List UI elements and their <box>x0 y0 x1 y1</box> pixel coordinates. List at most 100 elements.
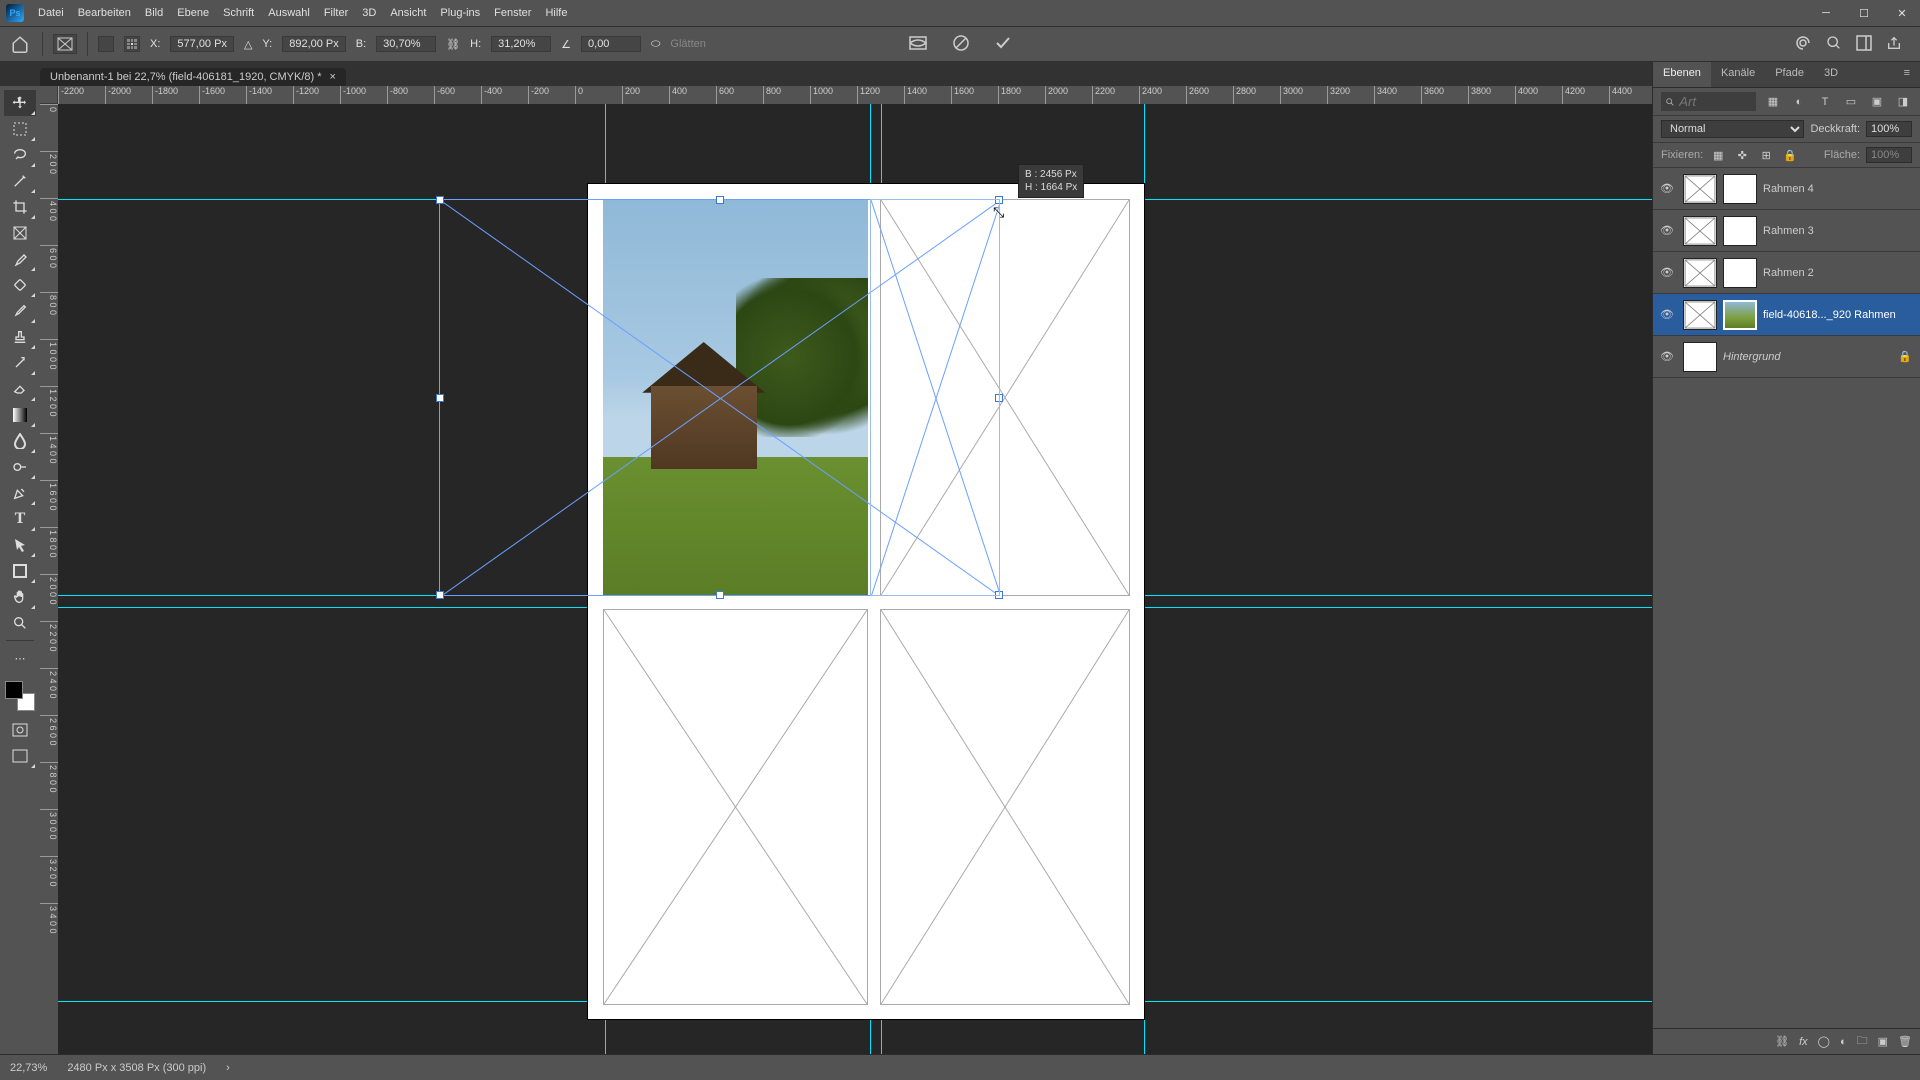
zoom-tool[interactable] <box>4 610 36 636</box>
screenmode-icon[interactable] <box>4 743 36 769</box>
reference-point-icon[interactable] <box>98 36 114 52</box>
layer-name[interactable]: Hintergrund <box>1723 351 1892 363</box>
window-maximize-icon[interactable]: ☐ <box>1852 4 1876 22</box>
frame-tool[interactable] <box>4 220 36 246</box>
menu-bearbeiten[interactable]: Bearbeiten <box>78 7 131 19</box>
document-info[interactable]: 2480 Px x 3508 Px (300 ppi) <box>67 1062 206 1074</box>
history-brush-tool[interactable] <box>4 350 36 376</box>
dodge-tool[interactable] <box>4 454 36 480</box>
workspace-icon[interactable] <box>1856 35 1872 54</box>
menu-schrift[interactable]: Schrift <box>223 7 254 19</box>
filter-pixel-icon[interactable]: ▦ <box>1764 94 1782 110</box>
move-tool[interactable] <box>4 90 36 116</box>
commit-transform-icon[interactable] <box>994 34 1012 55</box>
blend-mode-select[interactable]: Normal <box>1661 120 1804 138</box>
lock-icon[interactable]: 🔒 <box>1898 350 1916 363</box>
filter-smart-icon[interactable]: ▣ <box>1868 94 1886 110</box>
layer-search-input[interactable] <box>1679 94 1752 109</box>
triangle-icon[interactable]: △ <box>244 38 252 51</box>
lock-all-icon[interactable]: 🔒 <box>1781 147 1799 163</box>
window-close-icon[interactable]: ✕ <box>1890 4 1914 22</box>
rotation-value[interactable]: 0,00 <box>581 36 641 52</box>
canvas-viewport[interactable]: B : 2456 Px H : 1664 Px ⤡ <box>58 104 1652 1054</box>
tab-pfade[interactable]: Pfade <box>1765 62 1814 87</box>
search-icon[interactable] <box>1826 35 1842 54</box>
menu-3d[interactable]: 3D <box>362 7 376 19</box>
close-tab-icon[interactable]: × <box>330 71 336 83</box>
x-value[interactable]: 577,00 Px <box>170 36 234 52</box>
transform-handle-w[interactable] <box>436 394 444 402</box>
visibility-icon[interactable]: 👁 <box>1657 308 1677 321</box>
doc-info-chevron-icon[interactable]: › <box>226 1062 230 1074</box>
edit-toolbar-icon[interactable]: ⋯ <box>4 645 36 671</box>
transform-handle-n[interactable] <box>716 196 724 204</box>
layer-name[interactable]: Rahmen 4 <box>1763 183 1916 195</box>
filter-adjust-icon[interactable]: ◐ <box>1790 94 1808 110</box>
cancel-transform-icon[interactable] <box>952 34 970 55</box>
path-select-tool[interactable] <box>4 532 36 558</box>
filter-type-icon[interactable]: T <box>1816 94 1834 110</box>
quickmask-icon[interactable] <box>4 717 36 743</box>
transform-handle-nw[interactable] <box>436 196 444 204</box>
link-layers-icon[interactable]: ⛓ <box>1775 1035 1789 1048</box>
visibility-icon[interactable]: 👁 <box>1657 266 1677 279</box>
height-value[interactable]: 31,20% <box>491 36 551 52</box>
menu-datei[interactable]: Datei <box>38 7 64 19</box>
mask-icon[interactable]: ◯ <box>1818 1035 1830 1048</box>
panel-menu-icon[interactable]: ≡ <box>1894 62 1920 87</box>
home-icon[interactable] <box>8 32 32 56</box>
ruler-origin[interactable] <box>40 86 58 104</box>
content-transform-box[interactable] <box>870 199 1000 596</box>
visibility-icon[interactable]: 👁 <box>1657 224 1677 237</box>
tab-3d[interactable]: 3D <box>1814 62 1848 87</box>
vertical-ruler[interactable]: 02 0 04 0 06 0 08 0 01 0 0 01 2 0 01 4 0… <box>40 104 58 1054</box>
transform-handle-s[interactable] <box>716 591 724 599</box>
cloud-docs-icon[interactable] <box>1794 34 1812 55</box>
fg-color-swatch[interactable] <box>5 681 23 699</box>
pen-tool[interactable] <box>4 480 36 506</box>
menu-filter[interactable]: Filter <box>324 7 348 19</box>
menu-ebene[interactable]: Ebene <box>177 7 209 19</box>
share-icon[interactable] <box>1886 35 1902 54</box>
eyedropper-tool[interactable] <box>4 246 36 272</box>
menu-bild[interactable]: Bild <box>145 7 163 19</box>
frame-bottom-left[interactable] <box>603 609 868 1005</box>
crop-tool[interactable] <box>4 194 36 220</box>
visibility-icon[interactable]: 👁 <box>1657 182 1677 195</box>
link-icon[interactable]: ⛓ <box>446 38 460 51</box>
brush-tool[interactable] <box>4 298 36 324</box>
stamp-tool[interactable] <box>4 324 36 350</box>
filter-shape-icon[interactable]: ▭ <box>1842 94 1860 110</box>
layer-row[interactable]: 👁 Hintergrund 🔒 <box>1653 336 1920 378</box>
blur-tool[interactable] <box>4 428 36 454</box>
width-value[interactable]: 30,70% <box>376 36 436 52</box>
delete-layer-icon[interactable]: 🗑 <box>1898 1035 1912 1048</box>
eraser-tool[interactable] <box>4 376 36 402</box>
skew-icon[interactable]: ⬭ <box>651 38 660 51</box>
opacity-input[interactable] <box>1866 121 1912 137</box>
fx-icon[interactable]: fx <box>1799 1036 1808 1048</box>
menu-ansicht[interactable]: Ansicht <box>390 7 426 19</box>
group-icon[interactable]: 🗀 <box>1857 1032 1868 1051</box>
transform-mode-icon[interactable] <box>53 34 77 54</box>
layer-row[interactable]: 👁 Rahmen 4 <box>1653 168 1920 210</box>
layer-row[interactable]: 👁 Rahmen 2 <box>1653 252 1920 294</box>
window-minimize-icon[interactable]: ─ <box>1814 4 1838 22</box>
new-layer-icon[interactable]: ▣ <box>1878 1035 1888 1048</box>
layer-name[interactable]: Rahmen 2 <box>1763 267 1916 279</box>
tab-kanaele[interactable]: Kanäle <box>1711 62 1765 87</box>
lasso-tool[interactable] <box>4 142 36 168</box>
gradient-tool[interactable] <box>4 402 36 428</box>
tab-ebenen[interactable]: Ebenen <box>1653 62 1711 87</box>
type-tool[interactable]: T <box>4 506 36 532</box>
y-value[interactable]: 892,00 Px <box>282 36 346 52</box>
color-swatches[interactable] <box>5 681 35 711</box>
lock-artboard-icon[interactable]: ⊞ <box>1757 147 1775 163</box>
fill-input[interactable] <box>1866 147 1912 163</box>
document-tab[interactable]: Unbenannt-1 bei 22,7% (field-406181_1920… <box>40 68 346 86</box>
layer-name[interactable]: Rahmen 3 <box>1763 225 1916 237</box>
shape-tool[interactable] <box>4 558 36 584</box>
menu-hilfe[interactable]: Hilfe <box>545 7 567 19</box>
warp-icon[interactable] <box>908 35 928 54</box>
zoom-level[interactable]: 22,73% <box>10 1062 47 1074</box>
